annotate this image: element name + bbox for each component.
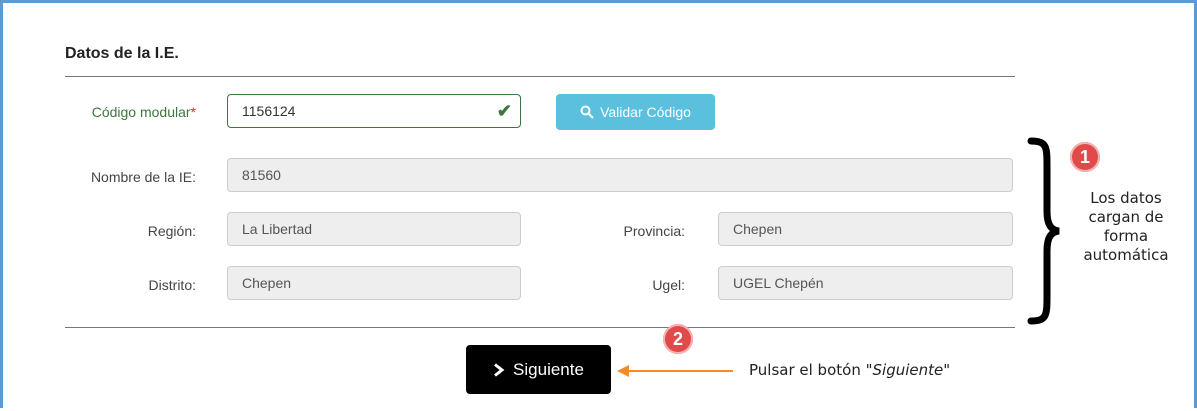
annotation-badge-1: 1: [1070, 142, 1100, 172]
validar-codigo-label: Validar Código: [600, 104, 691, 120]
form-panel: Datos de la I.E. Código modular* 1156124…: [0, 0, 1197, 408]
region-label: Región:: [147, 223, 196, 239]
ugel-field[interactable]: UGEL Chepén: [718, 266, 1013, 300]
siguiente-label: Siguiente: [513, 359, 584, 379]
arrow-left-icon: [617, 365, 733, 377]
provincia-field[interactable]: Chepen: [718, 212, 1013, 246]
annotation-line: cargan de: [1088, 208, 1164, 226]
annotation-line: Los datos: [1090, 189, 1162, 207]
curly-brace-icon: [1027, 137, 1060, 325]
region-field[interactable]: La Libertad: [227, 212, 521, 246]
check-icon: ✔: [496, 101, 512, 121]
divider-top: [65, 76, 1015, 77]
validar-codigo-button[interactable]: Validar Código: [556, 94, 715, 130]
search-icon: [580, 105, 594, 119]
codigo-label: Código modular*: [91, 104, 196, 120]
divider-bottom: [65, 327, 1015, 328]
chevron-right-icon: [494, 362, 505, 377]
provincia-label: Provincia:: [623, 223, 685, 239]
distrito-field[interactable]: Chepen: [227, 266, 521, 300]
codigo-value: 1156124: [242, 103, 296, 119]
annotation-line: forma: [1103, 227, 1149, 245]
nombre-label: Nombre de la IE:: [90, 169, 196, 185]
codigo-input[interactable]: 1156124 ✔: [227, 94, 521, 128]
ugel-label: Ugel:: [652, 277, 685, 293]
distrito-label: Distrito:: [148, 277, 196, 293]
section-title: Datos de la I.E.: [65, 45, 179, 62]
siguiente-button[interactable]: Siguiente: [466, 345, 611, 394]
annotation-note-2: Pulsar el botón "Siguiente": [749, 361, 951, 379]
annotation-line: automática: [1083, 246, 1169, 264]
annotation-note-1: Los datos cargan de forma automática: [1071, 189, 1181, 265]
annotation-badge-2: 2: [663, 324, 693, 354]
nombre-field[interactable]: 81560: [227, 158, 1013, 192]
